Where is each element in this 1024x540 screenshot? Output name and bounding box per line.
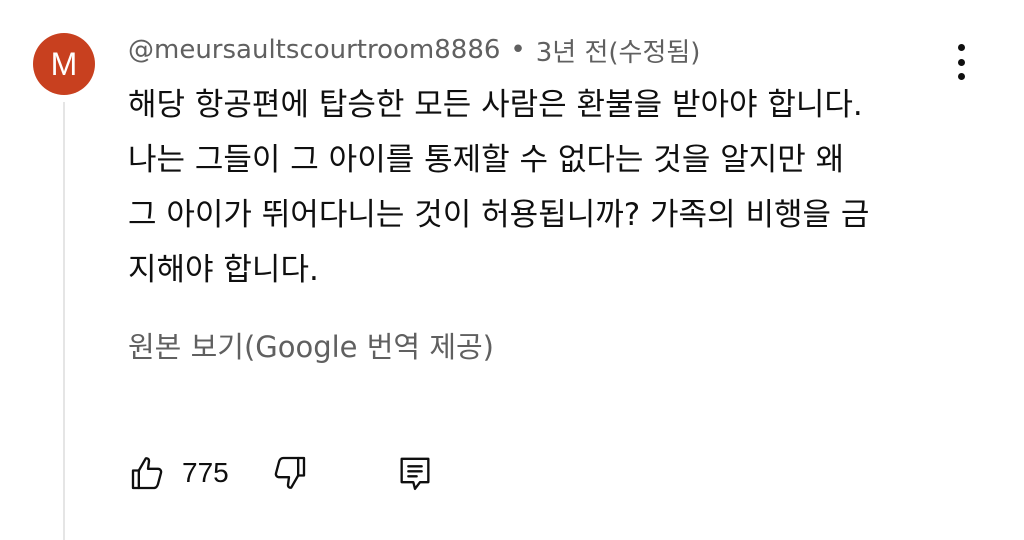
header-separator: • — [510, 35, 526, 65]
thread-line — [63, 102, 65, 540]
comment-line: 해당 항공편에 탑승한 모든 사람은 환불을 받아야 합니다. — [128, 87, 863, 123]
like-count: 775 — [182, 457, 229, 488]
comment-text: 해당 항공편에 탑승한 모든 사람은 환불을 받아야 합니다. 나는 그들이 그… — [128, 78, 968, 298]
more-vert-icon[interactable] — [946, 42, 976, 82]
avatar-letter: M — [50, 45, 78, 82]
comment-line: 지해야 합니다. — [128, 252, 319, 288]
see-original-link[interactable]: 원본 보기(Google 번역 제공) — [128, 324, 494, 366]
thumbs-down-icon[interactable] — [269, 453, 309, 493]
avatar[interactable]: M — [33, 33, 95, 95]
comment-actions: 775 — [128, 448, 435, 498]
comment-reply-icon[interactable] — [395, 453, 435, 493]
comment-timestamp[interactable]: 3년 전(수정됨) — [536, 32, 701, 69]
comment-header: @meursaultscourtroom8886 • 3년 전(수정됨) — [128, 30, 700, 70]
menu-dot — [957, 44, 965, 51]
comment-line: 그 아이가 뛰어다니는 것이 허용됩니까? 가족의 비행을 금 — [128, 197, 870, 233]
comment-line: 나는 그들이 그 아이를 통제할 수 없다는 것을 알지만 왜 — [128, 142, 845, 178]
thumbs-up-icon[interactable] — [128, 453, 168, 493]
menu-dot — [957, 58, 965, 66]
username-link[interactable]: @meursaultscourtroom8886 — [128, 35, 500, 65]
